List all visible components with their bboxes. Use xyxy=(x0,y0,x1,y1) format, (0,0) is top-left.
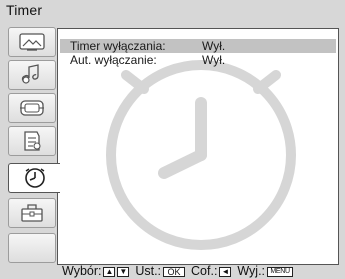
sound-icon xyxy=(21,64,39,84)
timer-clock-icon xyxy=(24,168,45,188)
timer-osd-menu: Timer Timer wyłączania: Wył. Aut. wyłącz… xyxy=(0,0,345,279)
ok-key-icon: OK xyxy=(163,266,186,277)
row-value: Wył. xyxy=(202,39,226,53)
sidebar-item-timer[interactable] xyxy=(8,163,60,193)
clock-watermark-icon xyxy=(106,60,296,250)
menu-row-auto-off[interactable]: Aut. wyłączanie: Wył. xyxy=(70,53,225,67)
up-key-icon: ▲ xyxy=(103,266,116,277)
menu-row-sleep-timer[interactable]: Timer wyłączania: Wył. xyxy=(60,39,336,53)
button-guide-footer: Wybór: ▲ ▼ Ust.: OK Cof.: ◄ Wyj.: MENU xyxy=(62,264,345,279)
row-label: Aut. wyłączanie: xyxy=(70,53,157,67)
sidebar-item-sound[interactable] xyxy=(8,60,56,90)
exit-hint: Wyj.: MENU xyxy=(237,264,294,279)
row-label: Timer wyłączania: xyxy=(70,39,166,53)
menu-content-panel: Timer wyłączania: Wył. Aut. wyłączanie: … xyxy=(57,28,339,265)
menu-sidebar xyxy=(4,27,60,265)
sidebar-item-features[interactable] xyxy=(8,126,56,156)
sidebar-item-picture[interactable] xyxy=(8,27,56,57)
select-hint: Wybór: ▲ ▼ xyxy=(62,264,130,278)
sidebar-item-screen[interactable] xyxy=(8,93,56,123)
left-key-icon: ◄ xyxy=(219,266,232,277)
row-value: Wył. xyxy=(202,53,226,67)
picture-icon xyxy=(19,33,45,51)
down-key-icon: ▼ xyxy=(117,266,130,277)
setup-toolbox-icon xyxy=(21,204,43,222)
features-icon xyxy=(24,131,41,151)
set-hint: Ust.: OK xyxy=(135,264,186,279)
screen-icon xyxy=(20,100,44,116)
sidebar-item-empty xyxy=(8,233,56,263)
menu-title: Timer xyxy=(6,2,43,18)
menu-key-icon: MENU xyxy=(267,266,294,277)
back-hint: Cof.: ◄ xyxy=(191,264,232,278)
sidebar-item-setup[interactable] xyxy=(8,198,56,228)
